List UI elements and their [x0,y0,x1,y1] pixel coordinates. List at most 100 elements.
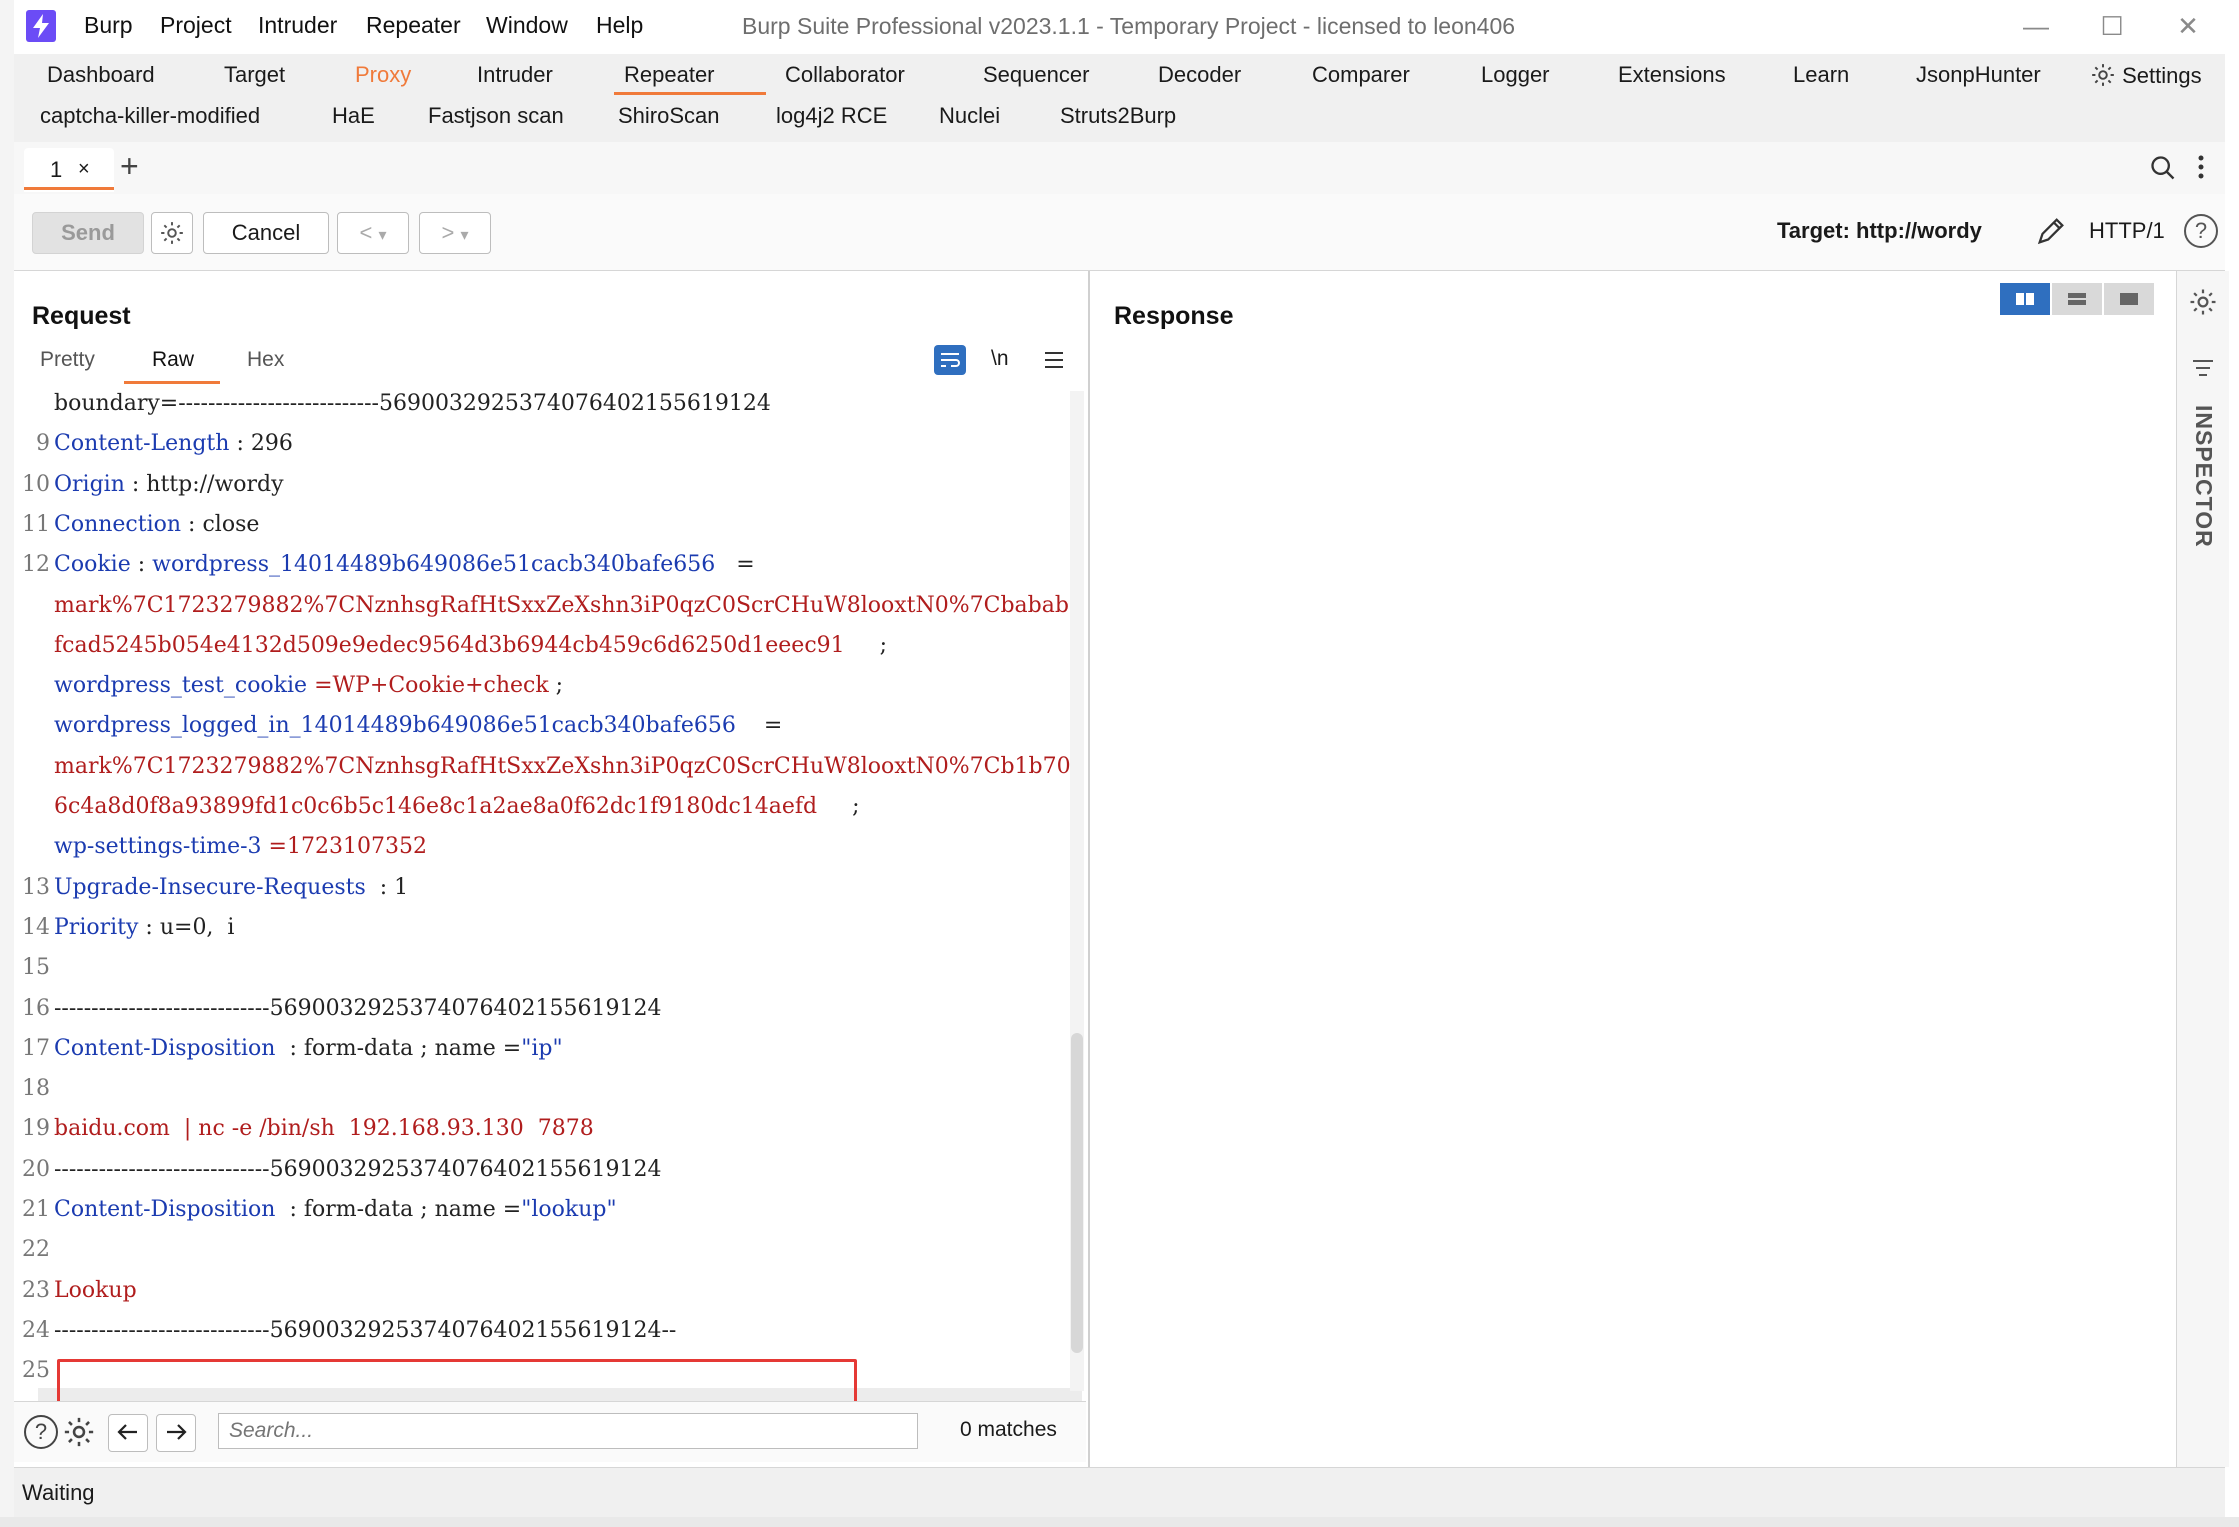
view-tab-pretty[interactable]: Pretty [40,348,95,372]
tab-decoder[interactable]: Decoder [1158,62,1241,88]
tab-comparer[interactable]: Comparer [1312,62,1410,88]
code-token: 6c4a8d0f8a93899fd1c0c6b5c146e8c1a2ae8a0f… [54,794,818,819]
code-token: Priority [54,914,139,940]
settings-button[interactable]: Settings [2090,62,2202,89]
scrollbar-thumb[interactable] [1071,1033,1083,1353]
active-view-indicator [124,381,220,384]
send-options-button[interactable] [151,212,193,254]
code-line: boundary=---------------------------5690… [54,391,771,416]
line-number: 20 [22,1156,50,1182]
line-number: 13 [22,874,50,900]
code-token: : http://wordy [124,471,284,497]
menu-repeater[interactable]: Repeater [366,12,461,39]
search-input[interactable] [218,1413,918,1449]
menu-project[interactable]: Project [160,12,232,39]
repeater-tab-label: 1 [50,157,63,182]
menu-window[interactable]: Window [486,12,568,39]
minimize-icon[interactable]: — [2016,8,2056,44]
code-line: Lookup [54,1278,137,1303]
wrap-lines-icon[interactable] [934,345,966,375]
maximize-icon[interactable]: ☐ [2092,8,2132,44]
tab-shiroscan[interactable]: ShiroScan [618,103,720,129]
background-window-bottom [0,1517,2239,1527]
tab-learn[interactable]: Learn [1793,62,1849,88]
forward-dropdown-icon: ▾ [460,227,469,244]
forward-button[interactable]: > ▾ [419,212,491,254]
menu-intruder[interactable]: Intruder [258,12,337,39]
previous-match-button[interactable] [108,1414,148,1452]
edit-target-icon[interactable] [2034,214,2068,253]
tab-captcha-killer-modified[interactable]: captcha-killer-modified [40,103,260,129]
tab-sequencer[interactable]: Sequencer [983,62,1089,88]
code-token: : close [181,511,260,537]
code-token: Cookie [54,552,131,578]
http-version-toggle[interactable]: HTTP/1 [2089,218,2165,244]
search-settings-icon[interactable] [62,1415,96,1454]
request-title: Request [32,302,131,330]
tab-nuclei[interactable]: Nuclei [939,103,1000,129]
inspector-toggle-icon[interactable] [2191,357,2215,384]
code-token: -----------------------------56900329253… [54,1156,662,1182]
help-icon[interactable]: ? [24,1415,58,1449]
add-tab-icon[interactable]: + [120,148,139,185]
tab-hae[interactable]: HaE [332,103,375,129]
menu-icon[interactable] [1043,349,1065,376]
line-number: 24 [22,1317,50,1343]
code-token: Content-Disposition [54,1035,276,1061]
tab-jsonphunter[interactable]: JsonpHunter [1916,62,2041,88]
arrow-left-icon [117,1424,137,1440]
close-icon[interactable]: ✕ [2168,8,2208,44]
code-token: =WP+Cookie+check [307,673,549,699]
view-tab-hex[interactable]: Hex [247,348,284,372]
layout-tabs-button[interactable] [2104,283,2154,315]
menu-help[interactable]: Help [596,12,643,39]
line-number: 25 [22,1358,50,1384]
tab-log4j2-rce[interactable]: log4j2 RCE [776,103,887,129]
menu-burp[interactable]: Burp [84,12,133,39]
search-icon[interactable] [2149,154,2177,187]
inspector-label[interactable]: INSPECTOR [2190,405,2217,548]
repeater-tabs: 1 × + [14,142,2225,195]
active-tab-indicator [614,92,766,95]
help-icon[interactable]: ? [2184,214,2218,248]
show-newlines-toggle[interactable]: \n [991,347,1009,371]
repeater-tab-1[interactable]: 1 × [24,148,114,192]
inspector-settings-icon[interactable] [2188,287,2218,322]
layout-top-bottom-button[interactable] [2052,283,2102,315]
line-number: 9 [36,431,50,457]
close-tab-icon[interactable]: × [78,158,90,181]
cancel-button[interactable]: Cancel [203,212,329,254]
tab-target[interactable]: Target [224,62,285,88]
code-token: Connection [54,511,182,537]
tab-logger[interactable]: Logger [1481,62,1550,88]
request-editor[interactable]: boundary=---------------------------5690… [14,391,1085,1391]
code-token: Upgrade-Insecure-Requests [54,874,366,900]
layout-side-by-side-button[interactable] [2000,283,2050,315]
code-line: wp-settings-time-3 =1723107352 [54,834,427,859]
back-button[interactable]: < ▾ [337,212,409,254]
code-token: wordpress_test_cookie [54,673,308,699]
tab-intruder[interactable]: Intruder [477,62,553,88]
match-count: 0 matches [960,1418,1057,1441]
repeater-toolbar: Send Cancel < ▾ > ▾ Target: http://wordy… [14,194,2225,271]
line-number: 12 [22,552,50,578]
tab-proxy[interactable]: Proxy [355,62,411,88]
line-number: 18 [22,1076,50,1102]
code-token: "lookup" [521,1197,617,1222]
tab-fastjson-scan[interactable]: Fastjson scan [428,103,564,129]
next-match-button[interactable] [156,1414,196,1452]
more-options-icon[interactable] [2196,152,2206,187]
code-token: mark%7C1723279882%7CNznhsgRafHtSxxZeXshn… [54,753,1085,779]
tab-struts2burp[interactable]: Struts2Burp [1060,103,1176,129]
tab-extensions[interactable]: Extensions [1618,62,1726,88]
tab-dashboard[interactable]: Dashboard [47,62,155,88]
tab-repeater[interactable]: Repeater [624,62,715,88]
tab-collaborator[interactable]: Collaborator [785,62,905,88]
window-title: Burp Suite Professional v2023.1.1 - Temp… [742,13,1516,39]
view-tab-raw[interactable]: Raw [152,348,194,372]
vertical-scrollbar[interactable] [1070,391,1084,1391]
settings-label: Settings [2122,63,2202,88]
response-title: Response [1114,302,1234,330]
active-repeater-tab-indicator [24,187,114,190]
send-button[interactable]: Send [32,212,144,254]
